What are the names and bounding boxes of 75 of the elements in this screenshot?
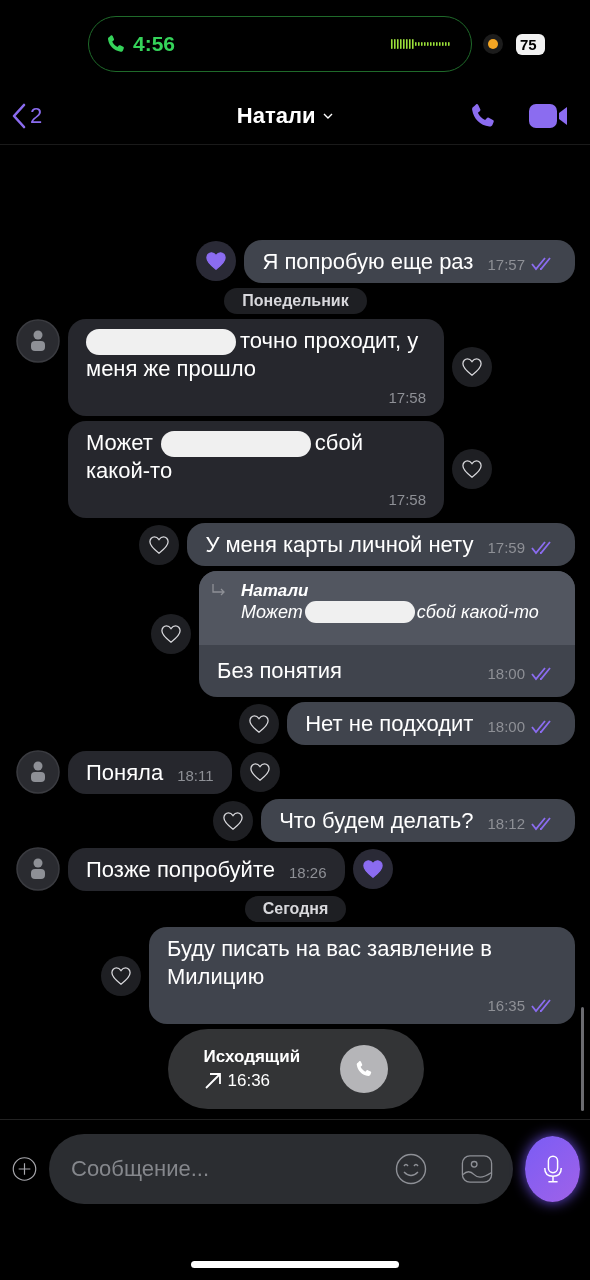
- outgoing-message[interactable]: Что будем делать? 18:12: [261, 799, 575, 842]
- like-button[interactable]: [101, 955, 141, 996]
- heart-icon: [248, 713, 271, 734]
- date-divider: Понедельник: [224, 287, 367, 314]
- filled-heart-icon: [361, 859, 384, 879]
- like-button[interactable]: [196, 241, 237, 282]
- video-call-icon[interactable]: [528, 102, 568, 130]
- incoming-message[interactable]: Может сбой какой-то 17:58: [68, 420, 444, 518]
- call-timer: 4:56: [133, 32, 176, 56]
- date-divider: Сегодня: [244, 896, 347, 922]
- incoming-message[interactable]: точно проходит, у меня же прошло 17:58: [68, 318, 444, 416]
- reply-icon: [211, 583, 227, 597]
- message-text: Поняла: [86, 758, 164, 787]
- message-time: 17:57: [487, 255, 525, 273]
- message-time: 18:11: [177, 766, 214, 784]
- avatar-icon[interactable]: [16, 847, 60, 891]
- avatar-icon[interactable]: [16, 318, 60, 363]
- heart-icon: [461, 459, 483, 480]
- message-time: 16:35: [487, 997, 525, 1014]
- heart-icon: [248, 762, 271, 782]
- heart-icon: [148, 534, 171, 555]
- like-button[interactable]: [151, 614, 191, 654]
- outgoing-message[interactable]: Я попробую еще раз 17:57: [244, 239, 575, 283]
- filled-heart-icon: [205, 251, 228, 272]
- heart-icon: [110, 965, 132, 986]
- outgoing-message[interactable]: Буду писать на вас заявление в Милицию 16:35: [149, 927, 575, 1024]
- outgoing-message[interactable]: Нет не подходит 18:00: [287, 702, 575, 745]
- message-time: 17:58: [388, 491, 426, 508]
- message-text: точно проходит, у меня же прошло: [86, 326, 420, 383]
- like-button[interactable]: [452, 449, 492, 490]
- like-button[interactable]: [239, 752, 280, 792]
- voice-message-button[interactable]: [525, 1136, 580, 1202]
- message-time: 17:59: [487, 539, 525, 556]
- message-field[interactable]: Сообщение...: [49, 1134, 513, 1204]
- message-text: Нет не подходит: [305, 710, 474, 738]
- message-time: 18:00: [487, 665, 525, 682]
- message-text: Я попробую еще раз: [262, 247, 474, 276]
- avatar-icon[interactable]: [16, 750, 60, 794]
- message-text: Без понятия: [217, 657, 343, 685]
- message-text: Буду писать на вас заявление в Милицию: [167, 935, 494, 991]
- chevron-down-icon: [323, 113, 334, 119]
- phone-icon: [105, 33, 127, 55]
- call-card[interactable]: Исходящий 16:36: [167, 1029, 424, 1109]
- call-label: Исходящий: [203, 1047, 301, 1067]
- heart-icon: [160, 624, 182, 644]
- message-time: 18:26: [288, 863, 327, 881]
- message-input[interactable]: Сообщение...: [69, 1155, 361, 1183]
- message-text: Может сбой какой-то: [86, 428, 364, 485]
- chat-title[interactable]: Натали: [102, 102, 468, 130]
- message-time: 18:00: [487, 718, 525, 735]
- gallery-icon[interactable]: [461, 1153, 493, 1185]
- reply-text: Может сбой какой-то: [241, 601, 539, 623]
- reply-author: Натали: [241, 581, 310, 601]
- heart-icon: [222, 810, 245, 831]
- call-back-button[interactable]: [339, 1045, 388, 1093]
- like-button[interactable]: [452, 347, 492, 388]
- message-text: Позже попробуйте: [86, 855, 275, 884]
- battery-level: 75: [516, 33, 545, 55]
- back-button[interactable]: 2: [12, 103, 43, 129]
- add-icon[interactable]: [12, 1154, 37, 1184]
- microphone-icon: [541, 1154, 564, 1184]
- outgoing-message[interactable]: У меня карты личной нету 17:59: [187, 523, 575, 566]
- outgoing-arrow-icon: [203, 1072, 222, 1090]
- outgoing-message[interactable]: Натали Может сбой какой-то Без понятия 18:00: [199, 571, 575, 697]
- incoming-message[interactable]: Позже попробуйте 18:26: [68, 847, 345, 891]
- emoji-icon[interactable]: [395, 1153, 427, 1185]
- message-time: 17:58: [388, 388, 426, 406]
- call-time: 16:36: [227, 1071, 271, 1091]
- like-button[interactable]: [352, 849, 393, 889]
- message-text: У меня карты личной нету: [205, 531, 474, 559]
- heart-icon: [461, 357, 483, 378]
- message-text: Что будем делать?: [279, 807, 474, 835]
- audio-wave-icon: [391, 38, 451, 50]
- message-time: 18:12: [487, 815, 525, 832]
- incoming-message[interactable]: Поняла 18:11: [68, 750, 232, 794]
